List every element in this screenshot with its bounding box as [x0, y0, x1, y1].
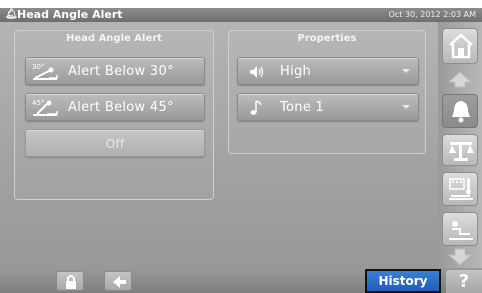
- home-icon: [449, 33, 473, 59]
- bed-45-degree-icon: 45°: [32, 99, 58, 116]
- music-note-icon: [250, 100, 262, 115]
- bottom-bar: History ?: [0, 268, 482, 293]
- title-bar: 🔔︎ Head Angle Alert Oct 30, 2012 2:03 AM: [0, 8, 482, 22]
- lock-icon: [66, 275, 76, 289]
- speaker-icon: [250, 66, 264, 78]
- bell-icon: [452, 101, 470, 123]
- alerts-nav-button[interactable]: [442, 94, 478, 128]
- chevron-down-icon: [402, 69, 410, 73]
- off-label: Off: [105, 137, 125, 151]
- alert-below-45-button[interactable]: 45° Alert Below 45°: [25, 93, 205, 121]
- head-angle-alert-panel: Head Angle Alert 30° Alert Below 30° 45°…: [14, 30, 214, 200]
- bell-icon: 🔔︎: [5, 9, 18, 20]
- properties-panel: Properties High Tone 1: [228, 30, 426, 154]
- alert-below-30-button[interactable]: 30° Alert Below 30°: [25, 57, 205, 85]
- svg-text:30°: 30°: [32, 63, 44, 71]
- svg-text:45°: 45°: [32, 99, 44, 107]
- alert-below-30-label: Alert Below 30°: [68, 64, 174, 79]
- history-button[interactable]: History: [365, 269, 441, 293]
- window-title: Head Angle Alert: [17, 8, 123, 21]
- scale-nav-button[interactable]: [442, 134, 478, 166]
- volume-dropdown[interactable]: High: [237, 57, 419, 85]
- lock-button[interactable]: [56, 271, 84, 291]
- panel-title-properties: Properties: [297, 33, 357, 44]
- bed-thermometer-icon: [449, 178, 473, 200]
- scroll-up-arrow-icon[interactable]: [446, 70, 474, 88]
- back-arrow-icon: [113, 276, 126, 288]
- alert-below-45-label: Alert Below 45°: [68, 100, 174, 115]
- tone-dropdown[interactable]: Tone 1: [237, 93, 419, 121]
- patient-position-icon: [449, 221, 473, 240]
- scroll-down-arrow-icon[interactable]: [446, 248, 474, 266]
- bed-monitor-nav-button[interactable]: [442, 172, 478, 206]
- bed-30-degree-icon: 30°: [32, 63, 58, 80]
- home-button[interactable]: [442, 28, 478, 64]
- patient-position-nav-button[interactable]: [442, 212, 478, 246]
- off-button[interactable]: Off: [25, 129, 205, 157]
- side-navigation: [438, 22, 482, 268]
- datetime: Oct 30, 2012 2:03 AM: [388, 10, 476, 19]
- chevron-down-icon: [402, 105, 410, 109]
- volume-value: High: [280, 64, 312, 79]
- scale-icon: [449, 142, 474, 161]
- main-area: Head Angle Alert 30° Alert Below 30° 45°…: [0, 22, 438, 268]
- history-label: History: [367, 271, 439, 291]
- help-button[interactable]: ?: [446, 270, 482, 293]
- back-button[interactable]: [104, 271, 132, 291]
- panel-title-head-angle-alert: Head Angle Alert: [66, 33, 162, 44]
- tone-value: Tone 1: [280, 100, 325, 115]
